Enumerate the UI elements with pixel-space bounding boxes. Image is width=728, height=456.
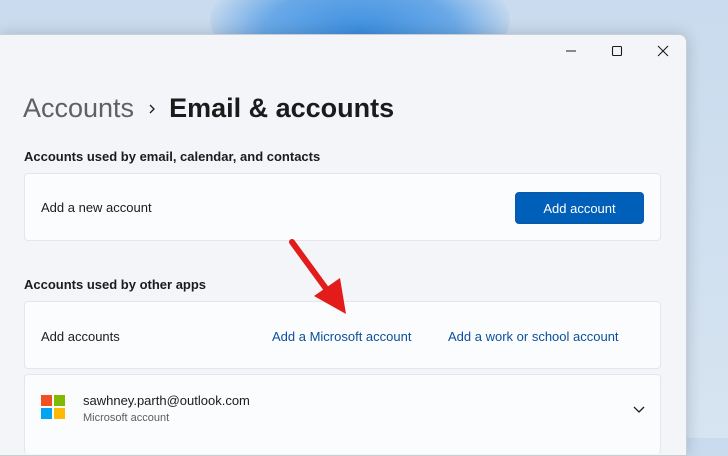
account-type: Microsoft account [83, 412, 170, 424]
add-new-account-label: Add a new account [41, 200, 152, 215]
title-bar [548, 35, 686, 67]
chevron-right-icon [148, 103, 156, 115]
add-new-account-card: Add a new account Add account [24, 173, 661, 241]
chevron-down-icon[interactable] [632, 401, 646, 419]
account-row[interactable]: sawhney.parth@outlook.com Microsoft acco… [24, 374, 661, 454]
breadcrumb-parent-link[interactable]: Accounts [23, 93, 134, 124]
add-accounts-label: Add accounts [41, 329, 120, 344]
minimize-icon [566, 50, 576, 52]
add-microsoft-account-link[interactable]: Add a Microsoft account [272, 329, 411, 344]
breadcrumb: Accounts Email & accounts [23, 93, 394, 124]
close-icon [657, 45, 669, 57]
maximize-icon [611, 45, 623, 57]
email-section-title: Accounts used by email, calendar, and co… [24, 149, 321, 164]
add-work-school-account-link[interactable]: Add a work or school account [448, 329, 619, 344]
close-button[interactable] [640, 35, 686, 67]
microsoft-logo-icon [41, 395, 65, 419]
minimize-button[interactable] [548, 35, 594, 67]
other-apps-section-title: Accounts used by other apps [24, 277, 207, 292]
maximize-button[interactable] [594, 35, 640, 67]
account-email: sawhney.parth@outlook.com [83, 393, 250, 408]
annotation-arrow [289, 239, 346, 314]
page-title: Email & accounts [169, 93, 395, 123]
add-account-button[interactable]: Add account [515, 192, 644, 224]
